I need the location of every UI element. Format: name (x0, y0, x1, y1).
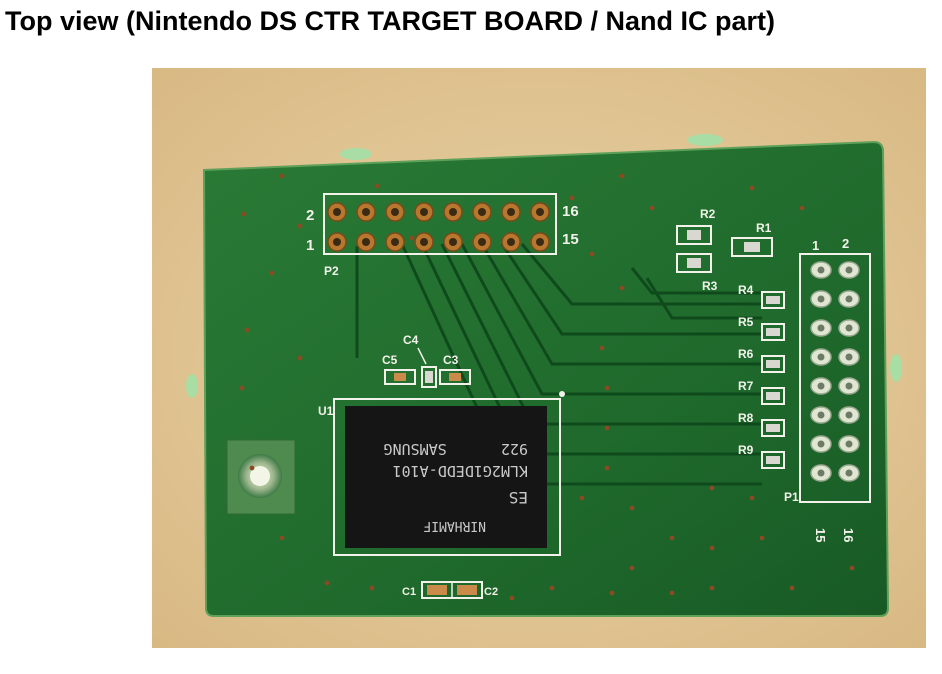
c1-label: C1 (402, 586, 416, 598)
chip-marking-line-1: NIRHAMIF (423, 518, 486, 533)
r2-label: R2 (700, 207, 716, 221)
r4-label: R4 (738, 283, 754, 297)
u1-label: U1 (318, 404, 334, 418)
via (619, 173, 625, 179)
via (369, 585, 375, 591)
via (549, 585, 555, 591)
p1-pin-label-15: 15 (813, 528, 828, 542)
p2-pin-label-2: 2 (306, 207, 314, 224)
via (279, 173, 285, 179)
p1-pin-label-1: 1 (812, 238, 819, 253)
via (249, 465, 255, 471)
c2-label: C2 (484, 586, 498, 598)
p1-ref-label: P1 (784, 490, 799, 504)
via (649, 205, 655, 211)
page-title: Top view (Nintendo DS CTR TARGET BOARD /… (5, 6, 775, 36)
pcb-illustration: 2 1 16 15 P2 1 2 P1 15 16 R2 R3 R1 R4R5R… (152, 68, 926, 648)
via (579, 495, 585, 501)
r6-label: R6 (738, 347, 754, 361)
via (604, 385, 610, 391)
via (759, 535, 765, 541)
via (239, 385, 245, 391)
chip-u1: U1 NIRHAMIF ES KLM2G1DEDD-A101 922 SAMSU… (318, 391, 565, 556)
p2-ref-label: P2 (324, 264, 339, 278)
r3-label: R3 (702, 279, 718, 293)
via (709, 585, 715, 591)
glue-blob (186, 374, 198, 398)
via (241, 211, 247, 217)
via (799, 205, 805, 211)
pcb-photo: 2 1 16 15 P2 1 2 P1 15 16 R2 R3 R1 R4 R5… (152, 68, 926, 648)
via (669, 535, 675, 541)
via (297, 223, 303, 229)
p2-pin-label-16: 16 (562, 203, 579, 220)
via (629, 505, 635, 511)
via (374, 183, 380, 189)
c3-label: C3 (443, 353, 459, 367)
via (609, 590, 615, 596)
via (709, 545, 715, 551)
via (629, 565, 635, 571)
p2-pin-label-1: 1 (306, 237, 314, 254)
r8-label: R8 (738, 411, 754, 425)
chip-marking-line-3: KLM2G1DEDD-A101 (393, 462, 528, 480)
via (599, 345, 605, 351)
chip-marking-line-4: 922 SAMSUNG (384, 440, 529, 458)
via (324, 580, 330, 586)
via (849, 565, 855, 571)
via (589, 251, 595, 257)
via (244, 327, 250, 333)
via (749, 495, 755, 501)
via (279, 535, 285, 541)
p1-pin-label-16: 16 (841, 528, 856, 542)
via (604, 465, 610, 471)
via (509, 595, 515, 601)
via (619, 285, 625, 291)
c5-label: C5 (382, 353, 398, 367)
via (749, 185, 755, 191)
r5-label: R5 (738, 315, 754, 329)
via (604, 425, 610, 431)
via (709, 485, 715, 491)
chip-marking-line-2: ES (509, 488, 528, 507)
document-page: Top view (Nintendo DS CTR TARGET BOARD /… (0, 0, 942, 674)
mounting-pad (226, 439, 296, 515)
r7-label: R7 (738, 379, 754, 393)
glue-blob (340, 148, 372, 160)
via (789, 585, 795, 591)
glue-blob (687, 134, 723, 146)
glue-blob (890, 354, 902, 382)
p1-pin-label-2: 2 (842, 236, 849, 251)
via (269, 270, 275, 276)
via (669, 590, 675, 596)
via (409, 235, 415, 241)
c4-label: C4 (403, 333, 419, 347)
r9-label: R9 (738, 443, 754, 457)
via (569, 195, 575, 201)
via (297, 355, 303, 361)
r1-label: R1 (756, 221, 772, 235)
p2-pin-label-15: 15 (562, 231, 579, 248)
